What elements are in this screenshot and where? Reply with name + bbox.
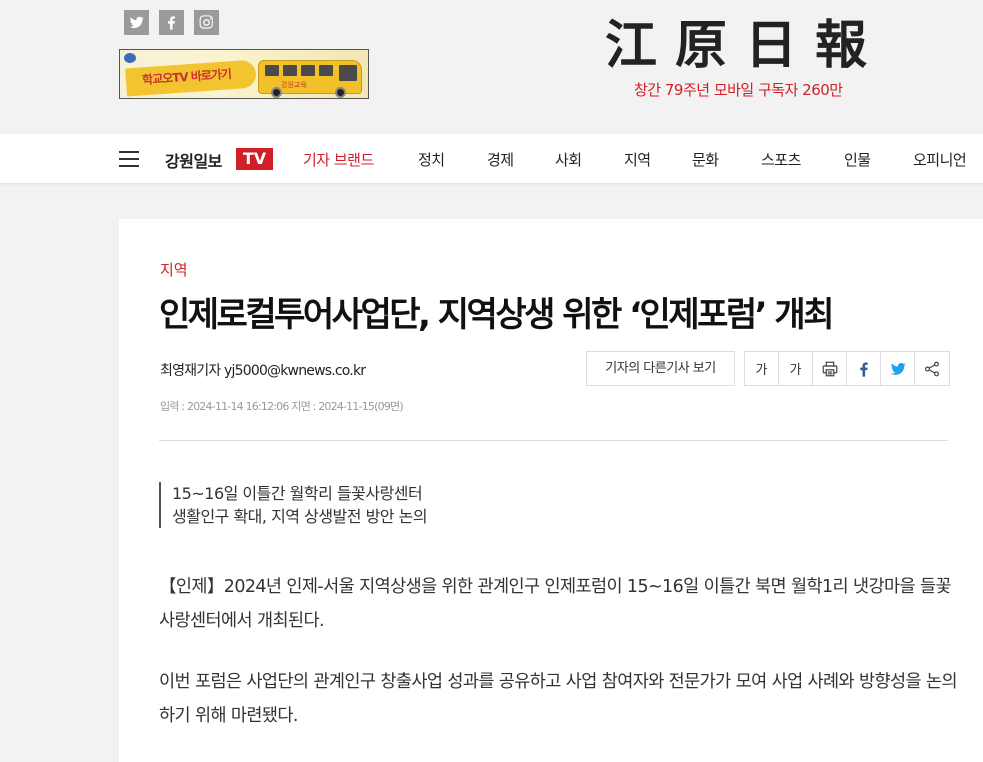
instagram-icon[interactable] <box>194 10 219 35</box>
nav-item-sports[interactable]: 스포츠 <box>761 149 801 170</box>
font-increase-button[interactable]: 가 <box>779 352 813 385</box>
nav-item-region[interactable]: 지역 <box>624 149 651 170</box>
nav-item-people[interactable]: 인물 <box>844 149 871 170</box>
summary-line: 15~16일 이틀간 월학리 들꽃사랑센터 <box>172 484 423 503</box>
article-card: 지역 인제로컬투어사업단, 지역상생 위한 ‘인제포럼’ 개최 최영재기자 yj… <box>119 219 983 762</box>
masthead-title: 江原日報 <box>604 15 885 76</box>
section-label[interactable]: 지역 <box>160 259 188 280</box>
nav-item-reporter-brand[interactable]: 기자 브랜드 <box>303 149 374 170</box>
twitter-share-icon[interactable] <box>881 352 915 385</box>
print-icon[interactable] <box>813 352 847 385</box>
nav-item-culture[interactable]: 문화 <box>692 149 719 170</box>
education-office-logo <box>124 53 136 63</box>
article-tools: 가 가 <box>744 351 950 386</box>
other-articles-button[interactable]: 기자의 다른기사 보기 <box>586 351 735 386</box>
article-paragraph: 【인제】2024년 인제-서울 지역상생을 위한 관계인구 인제포럼이 15~1… <box>159 577 952 631</box>
article-summary: 15~16일 이틀간 월학리 들꽃사랑센터 생활인구 확대, 지역 상생발전 방… <box>159 482 428 528</box>
nav-brand[interactable]: 강원일보 <box>165 148 222 172</box>
masthead-logo[interactable]: 江原日報 창간 79주년 모바일 구독자 260만 <box>590 14 900 99</box>
menu-icon[interactable] <box>119 151 139 167</box>
divider <box>159 440 948 441</box>
nav-item-opinion[interactable]: 오피니언 <box>913 149 967 170</box>
article-byline: 최영재기자 yj5000@kwnews.co.kr <box>160 363 366 379</box>
main-nav: 강원일보 TV 기자 브랜드 정치 경제 사회 지역 문화 스포츠 인물 오피니… <box>0 134 983 184</box>
bus-illustration: 강원교육 <box>258 60 362 98</box>
article-headline: 인제로컬투어사업단, 지역상생 위한 ‘인제포럼’ 개최 <box>159 295 834 335</box>
share-icon[interactable] <box>915 352 949 385</box>
font-decrease-button[interactable]: 가 <box>745 352 779 385</box>
masthead-subtitle: 창간 79주년 모바일 구독자 260만 <box>634 81 843 99</box>
article-paragraph: 이번 포럼은 사업단의 관계인구 창출사업 성과를 공유하고 사업 참여자와 전… <box>159 672 958 726</box>
nav-tv-badge[interactable]: TV <box>236 148 273 170</box>
social-links <box>124 10 219 35</box>
summary-line: 생활인구 확대, 지역 상생발전 방안 논의 <box>172 507 428 526</box>
site-header: 학교오TV 바로가기 강원교육 江原日報 창간 79주년 모바일 구독자 260… <box>0 0 983 134</box>
nav-item-society[interactable]: 사회 <box>555 149 582 170</box>
banner-brand: 강원교육 <box>281 81 307 89</box>
nav-item-politics[interactable]: 정치 <box>418 149 445 170</box>
ad-banner[interactable]: 학교오TV 바로가기 강원교육 <box>119 49 369 99</box>
twitter-icon[interactable] <box>124 10 149 35</box>
facebook-icon[interactable] <box>159 10 184 35</box>
nav-item-economy[interactable]: 경제 <box>487 149 514 170</box>
article-dates: 입력 : 2024-11-14 16:12:06 지면 : 2024-11-15… <box>160 400 404 413</box>
facebook-share-icon[interactable] <box>847 352 881 385</box>
